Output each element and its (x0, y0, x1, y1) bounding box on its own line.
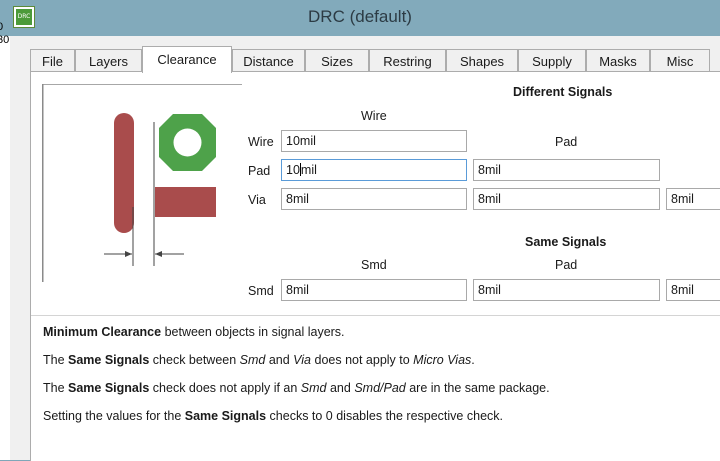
column-pad-label-same: Pad (555, 258, 578, 272)
info-emphasis: Same Signals (68, 353, 150, 367)
info-text: . (471, 353, 475, 367)
info-text: check between (149, 353, 240, 367)
background-text: 30 (0, 34, 10, 46)
via-pad-clearance-field[interactable]: 8mil (473, 188, 660, 210)
row-via-label: Via (248, 193, 266, 207)
info-line-4: Setting the values for the Same Signals … (43, 409, 503, 423)
info-text: does not apply to (311, 353, 414, 367)
info-text: The (43, 353, 69, 367)
info-text: The (43, 381, 69, 395)
info-emphasis: Minimum Clearance (43, 325, 162, 339)
window-title: DRC (default) (308, 7, 412, 26)
smd-pad-clearance-field[interactable]: 8mil (473, 279, 660, 301)
tab-misc[interactable]: Misc (650, 49, 710, 72)
smd-smd-clearance-field[interactable]: 8mil (281, 279, 467, 301)
info-text: and (326, 381, 355, 395)
same-signals-heading: Same Signals (525, 235, 607, 249)
column-smd-label: Smd (361, 258, 387, 272)
row-smd-label: Smd (248, 284, 274, 298)
pad-pad-clearance-field[interactable]: 8mil (473, 159, 660, 181)
clearance-illustration-icon (42, 84, 242, 284)
tab-masks[interactable]: Masks (586, 49, 650, 72)
tab-layers[interactable]: Layers (75, 49, 142, 72)
info-text: and (265, 353, 294, 367)
row-wire-label: Wire (248, 135, 274, 149)
tab-sizes[interactable]: Sizes (305, 49, 369, 72)
tab-clearance[interactable]: Clearance (142, 46, 232, 73)
via-via-clearance-field[interactable]: 8mil (666, 188, 720, 210)
info-line-3: The Same Signals check does not apply if… (43, 381, 550, 395)
column-wire-label: Wire (361, 109, 387, 123)
clearance-panel: Different Signals Wire Pad Wire 10mil Pa… (30, 71, 720, 461)
info-text: checks to 0 disables the respective chec… (266, 409, 503, 423)
different-signals-heading: Different Signals (513, 85, 613, 99)
info-italic: Smd/Pad (354, 381, 406, 395)
tab-shapes[interactable]: Shapes (446, 49, 518, 72)
field-text-before-caret: 10 (286, 163, 300, 177)
tab-distance[interactable]: Distance (232, 49, 305, 72)
info-text: check does not apply if an (149, 381, 301, 395)
via-wire-clearance-field[interactable]: 8mil (281, 188, 467, 210)
info-italic: Smd (300, 381, 327, 395)
tab-restring[interactable]: Restring (369, 49, 446, 72)
info-italic: Via (293, 353, 312, 367)
wire-wire-clearance-field[interactable]: 10mil (281, 130, 467, 152)
info-text: Setting the values for the (43, 409, 185, 423)
field-text-after-caret: mil (300, 163, 317, 177)
tab-supply[interactable]: Supply (518, 49, 586, 72)
window-titlebar: DRC DRC (default) (0, 0, 720, 36)
info-italic: Smd (239, 353, 266, 367)
info-line-1: Minimum Clearance between objects in sig… (43, 325, 345, 339)
info-emphasis: Same Signals (184, 409, 267, 423)
info-text: between objects in signal layers. (161, 325, 345, 339)
info-emphasis: Same Signals (68, 381, 150, 395)
pad-wire-clearance-field[interactable]: 10mil (281, 159, 467, 181)
row-pad-label: Pad (248, 164, 271, 178)
drc-dialog: File Layers Clearance Distance Sizes Res… (10, 36, 720, 461)
background-text: 0 (0, 21, 4, 33)
info-line-2: The Same Signals check between Smd and V… (43, 353, 475, 367)
column-pad-label: Pad (555, 135, 578, 149)
info-italic: Micro Vias (413, 353, 472, 367)
section-divider (31, 315, 720, 316)
tab-bar: File Layers Clearance Distance Sizes Res… (30, 46, 720, 73)
background-window-edge: 0 30 (0, 21, 10, 460)
smd-via-clearance-field[interactable]: 8mil (666, 279, 720, 301)
tab-file[interactable]: File (30, 49, 75, 72)
info-text: are in the same package. (405, 381, 550, 395)
